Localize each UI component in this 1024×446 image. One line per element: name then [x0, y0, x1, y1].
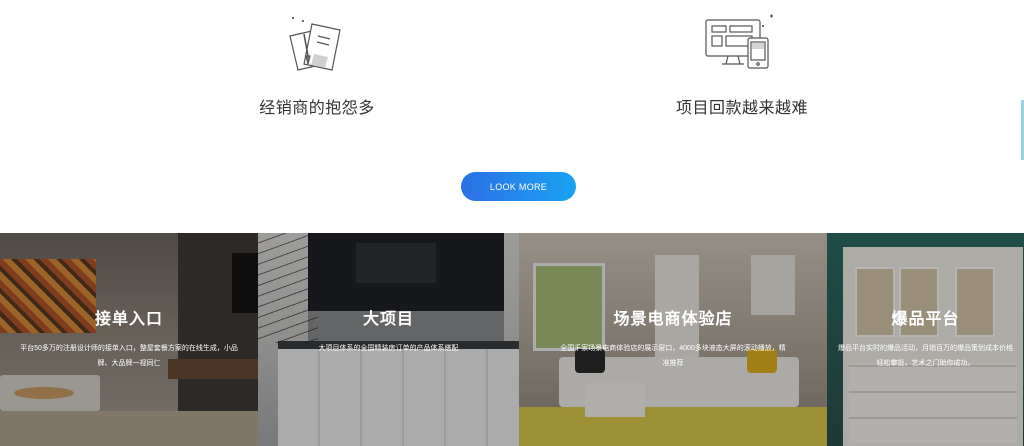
panel-title: 大项目 [362, 311, 414, 328]
devices-icon [705, 14, 773, 69]
panel-big-project[interactable]: 大项目 大项目体系的全国精装房订单的产品体系搭配 [258, 233, 519, 446]
feature-label: 经销商的抱怨多 [259, 100, 375, 117]
panel-order-entry[interactable]: 接单入口 平台50多万的注册设计师的接单入口，整屋套餐方案的在线生成，小品牌、大… [0, 233, 258, 446]
document-icon [289, 17, 341, 71]
feature-dealer-complaints: 经销商的抱怨多 [207, 12, 427, 118]
features-section: 经销商的抱怨多 项目回款越来越难 LOOK MORE [0, 0, 1024, 233]
feature-label: 项目回款越来越难 [675, 100, 808, 117]
panel-title: 爆品平台 [891, 311, 960, 328]
panel-hot-products[interactable]: 爆品平台 爆品平台实时的爆品活动，月销百万的爆品策划成本价格轻松攀投，艺术之门助… [827, 233, 1024, 446]
panel-experience-store[interactable]: 场景电商体验店 全国千家场景电商体验店的展示窗口，4000多块液态大屏的滚动播放… [519, 233, 827, 446]
panel-title: 接单入口 [94, 311, 163, 328]
panel-description: 大项目体系的全国精装房订单的产品体系搭配 [318, 345, 459, 352]
service-panels: 接单入口 平台50多万的注册设计师的接单入口，整屋套餐方案的在线生成，小品牌、大… [0, 233, 1024, 446]
panel-title: 场景电商体验店 [613, 311, 733, 328]
feature-payment-collection: 项目回款越来越难 [632, 12, 852, 118]
panel-description: 爆品平台实时的爆品活动，月销百万的爆品策划成本价格轻松攀投，艺术之门助你成功。 [838, 345, 1013, 367]
panel-description: 全国千家场景电商体验店的展示窗口，4000多块液态大屏的滚动播放，精准推荐 [560, 345, 786, 367]
look-more-button[interactable]: LOOK MORE [461, 172, 576, 201]
panel-description: 平台50多万的注册设计师的接单入口，整屋套餐方案的在线生成，小品牌、大品牌一视同… [20, 345, 238, 367]
